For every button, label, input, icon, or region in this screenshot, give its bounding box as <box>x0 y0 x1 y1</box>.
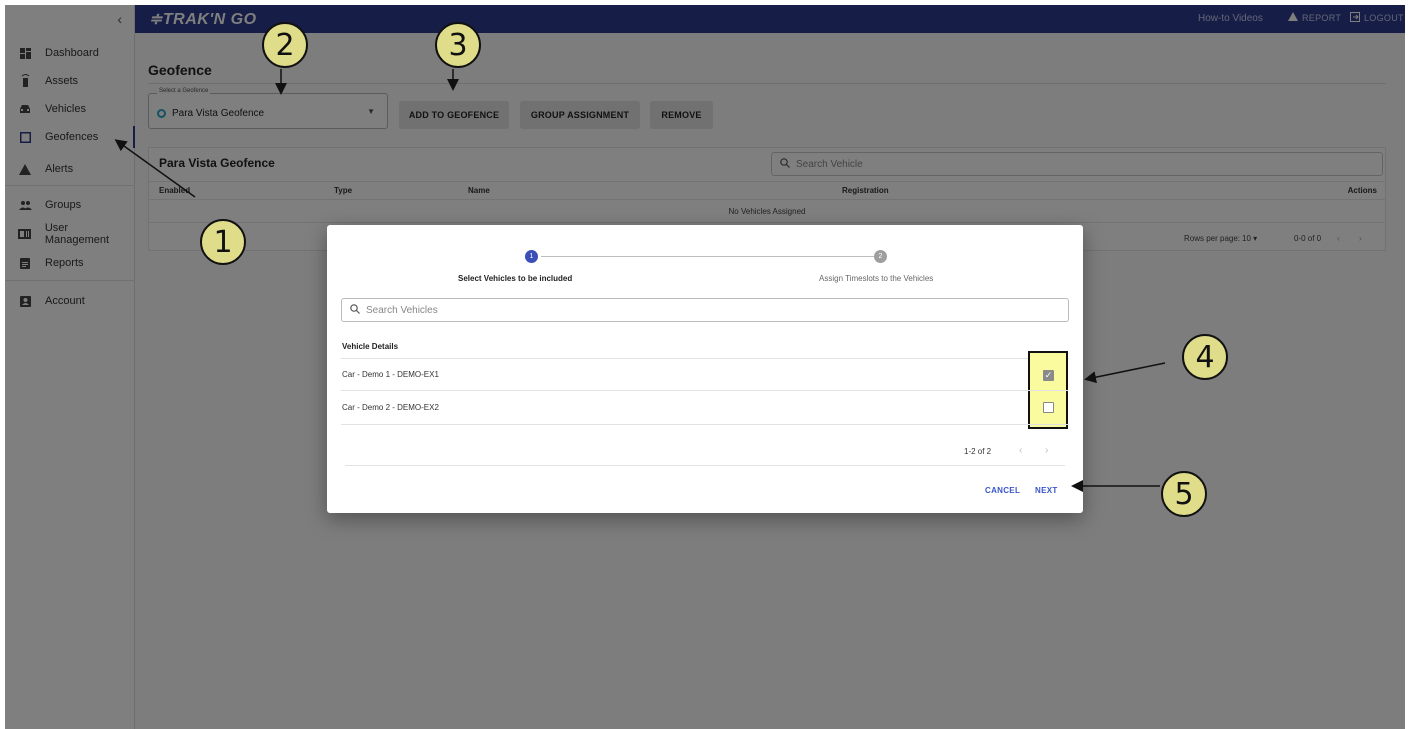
annotation-arrow-4 <box>1084 362 1166 384</box>
annotation-marker-3: 3 <box>435 22 481 68</box>
annotation-marker-1: 1 <box>200 219 246 265</box>
annotation-arrow-1 <box>114 139 196 198</box>
annotation-marker-5: 5 <box>1161 471 1207 517</box>
annotation-marker-4: 4 <box>1182 334 1228 380</box>
annotation-marker-2: 2 <box>262 22 308 68</box>
app-window: ‹ Dashboard Assets Vehicles Geofences Al… <box>5 5 1405 729</box>
